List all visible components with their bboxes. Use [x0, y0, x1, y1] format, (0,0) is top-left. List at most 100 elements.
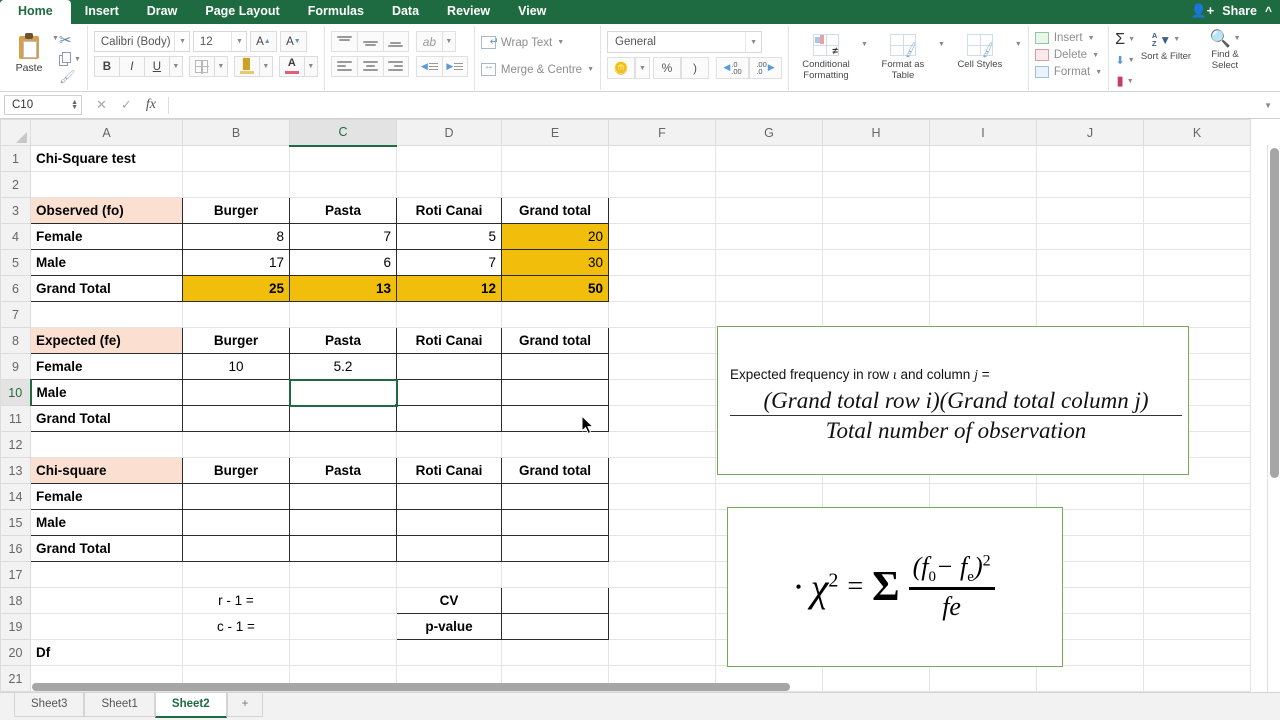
cell-A19[interactable]	[30, 613, 183, 640]
cell-B3[interactable]: Burger	[182, 197, 290, 224]
name-box[interactable]: C10 ▲ ▼	[4, 95, 82, 115]
borders-button[interactable]	[188, 56, 214, 77]
row-header-16[interactable]: 16	[0, 535, 31, 562]
align-left-button[interactable]	[330, 56, 357, 77]
cell-G1[interactable]	[715, 145, 823, 172]
cell-E3[interactable]: Grand total	[501, 197, 609, 224]
cell-E1[interactable]	[501, 145, 609, 172]
cell-C5[interactable]: 6	[289, 249, 397, 276]
bold-button[interactable]: B	[93, 56, 119, 77]
cell-H6[interactable]	[822, 275, 930, 302]
cell-F15[interactable]	[608, 509, 716, 536]
cell-A6[interactable]: Grand Total	[30, 275, 183, 302]
cell-H14[interactable]	[822, 483, 930, 510]
cell-I14[interactable]	[929, 483, 1037, 510]
cell-H4[interactable]	[822, 223, 930, 250]
cell-D7[interactable]	[396, 301, 502, 328]
cell-B14[interactable]	[182, 483, 290, 510]
ribbon-tab-home[interactable]: Home	[0, 0, 71, 24]
font-family-select[interactable]: Calibri (Body) ▼	[93, 31, 190, 52]
cell-B2[interactable]	[182, 171, 290, 198]
horizontal-scrollbar-thumb[interactable]	[32, 683, 790, 691]
cell-I3[interactable]	[929, 197, 1037, 224]
cell-D11[interactable]	[396, 405, 502, 432]
cell-A12[interactable]	[30, 431, 183, 458]
cell-A2[interactable]	[30, 171, 183, 198]
wrap-text-button[interactable]: Wrap Text ▼	[480, 33, 564, 52]
cell-D3[interactable]: Roti Canai	[396, 197, 502, 224]
cell-C19[interactable]	[289, 613, 397, 640]
copy-dropdown-caret-icon[interactable]: ▼	[74, 56, 81, 63]
increase-font-size-button[interactable]: A ▲	[249, 31, 277, 52]
column-header-c[interactable]: C	[289, 119, 397, 147]
cell-K4[interactable]	[1143, 223, 1251, 250]
find-select-caret-icon[interactable]: ▼	[1234, 35, 1241, 42]
cell-G5[interactable]	[715, 249, 823, 276]
cell-H3[interactable]	[822, 197, 930, 224]
vertical-scrollbar-thumb[interactable]	[1270, 148, 1279, 478]
conditional-formatting-caret-icon[interactable]: ▼	[861, 32, 868, 48]
autosum-icon[interactable]: Σ	[1115, 31, 1125, 48]
align-bottom-button[interactable]	[382, 31, 409, 52]
cell-C14[interactable]	[289, 483, 397, 510]
cell-F4[interactable]	[608, 223, 716, 250]
cell-C20[interactable]	[289, 639, 397, 666]
cell-F20[interactable]	[608, 639, 716, 666]
cell-B9[interactable]: 10	[182, 353, 290, 380]
cell-I4[interactable]	[929, 223, 1037, 250]
font-size-select[interactable]: 12 ▼	[192, 31, 247, 52]
cell-C10[interactable]	[288, 378, 398, 407]
cell-B5[interactable]: 17	[182, 249, 290, 276]
cell-E20[interactable]	[501, 639, 609, 666]
sheet-tab-sheet2[interactable]: Sheet2	[154, 693, 227, 718]
cell-J5[interactable]	[1036, 249, 1144, 276]
row-header-2[interactable]: 2	[0, 171, 31, 198]
cell-H7[interactable]	[822, 301, 930, 328]
cell-F19[interactable]	[608, 613, 716, 640]
cell-B20[interactable]	[182, 639, 290, 666]
cell-K5[interactable]	[1143, 249, 1251, 276]
find-select-button[interactable]: 🔍 ▼ Find & Select	[1197, 28, 1253, 71]
row-header-14[interactable]: 14	[0, 483, 31, 510]
cell-D8[interactable]: Roti Canai	[396, 327, 502, 354]
eraser-icon[interactable]: ▮	[1117, 73, 1124, 89]
cell-A1[interactable]: Chi-Square test	[30, 145, 183, 172]
underline-button[interactable]: U	[143, 56, 169, 77]
row-header-10[interactable]: 10	[0, 379, 32, 406]
cell-G7[interactable]	[715, 301, 823, 328]
cell-E8[interactable]: Grand total	[501, 327, 609, 354]
cell-K16[interactable]	[1143, 535, 1251, 562]
row-header-13[interactable]: 13	[0, 457, 31, 484]
cell-D19[interactable]: p-value	[396, 613, 502, 640]
ribbon-tab-draw[interactable]: Draw	[133, 0, 192, 24]
chi-square-formula-textbox[interactable]: • χ2 = Σ (f0− fe)2 fe	[727, 507, 1063, 667]
cut-button[interactable]: ✂	[59, 33, 81, 49]
ribbon-tab-insert[interactable]: Insert	[71, 0, 133, 24]
cell-G6[interactable]	[715, 275, 823, 302]
autosum-caret-icon[interactable]: ▼	[1128, 36, 1135, 43]
number-format-caret-icon[interactable]: ▼	[745, 32, 761, 52]
ribbon-tab-data[interactable]: Data	[378, 0, 433, 24]
cell-E9[interactable]	[501, 353, 609, 380]
cell-F10[interactable]	[608, 379, 716, 406]
borders-caret-icon[interactable]: ▼	[213, 56, 228, 77]
cell-C11[interactable]	[289, 405, 397, 432]
insert-function-button[interactable]: fx	[146, 97, 156, 113]
cell-B18[interactable]: r - 1 =	[182, 587, 290, 614]
cell-H1[interactable]	[822, 145, 930, 172]
cell-F14[interactable]	[608, 483, 716, 510]
cell-B15[interactable]	[182, 509, 290, 536]
cell-D5[interactable]: 7	[396, 249, 502, 276]
cell-I1[interactable]	[929, 145, 1037, 172]
formula-input[interactable]	[169, 95, 1264, 115]
cell-D16[interactable]	[396, 535, 502, 562]
cell-I7[interactable]	[929, 301, 1037, 328]
cell-K3[interactable]	[1143, 197, 1251, 224]
cell-A10[interactable]: Male	[30, 379, 183, 406]
cell-K1[interactable]	[1143, 145, 1251, 172]
format-as-table-caret-icon[interactable]: ▼	[938, 32, 945, 48]
font-size-caret-icon[interactable]: ▼	[230, 32, 243, 51]
accounting-format-button[interactable]: 🪙	[607, 57, 635, 79]
row-header-21[interactable]: 21	[0, 665, 31, 692]
cell-A4[interactable]: Female	[30, 223, 183, 250]
